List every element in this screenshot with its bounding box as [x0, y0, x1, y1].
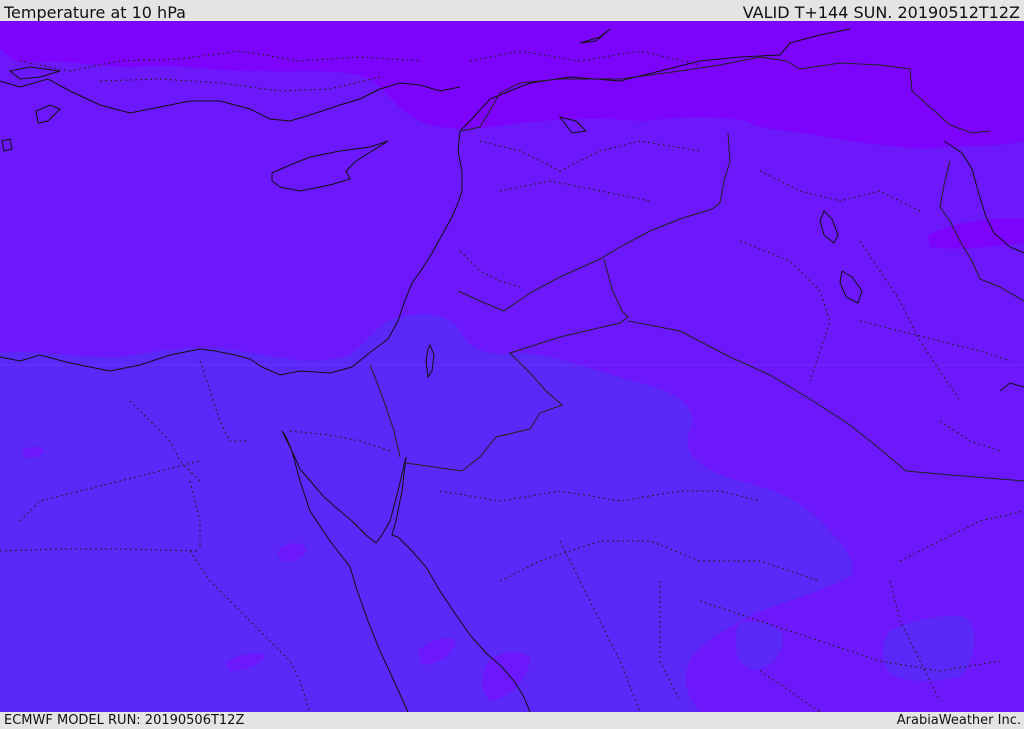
model-run-label: ECMWF MODEL RUN: 20190506T12Z	[4, 713, 245, 728]
valid-time-label: VALID T+144 SUN. 20190512T12Z	[742, 3, 1020, 22]
credit-label: ArabiaWeather Inc.	[896, 713, 1021, 728]
footer-bar: ECMWF MODEL RUN: 20190506T12Z ArabiaWeat…	[0, 712, 1024, 729]
temperature-map[interactable]	[0, 21, 1024, 712]
map-title: Temperature at 10 hPa	[4, 3, 186, 22]
header-bar: Temperature at 10 hPa VALID T+144 SUN. 2…	[0, 0, 1024, 22]
map-panel[interactable]	[0, 21, 1024, 712]
